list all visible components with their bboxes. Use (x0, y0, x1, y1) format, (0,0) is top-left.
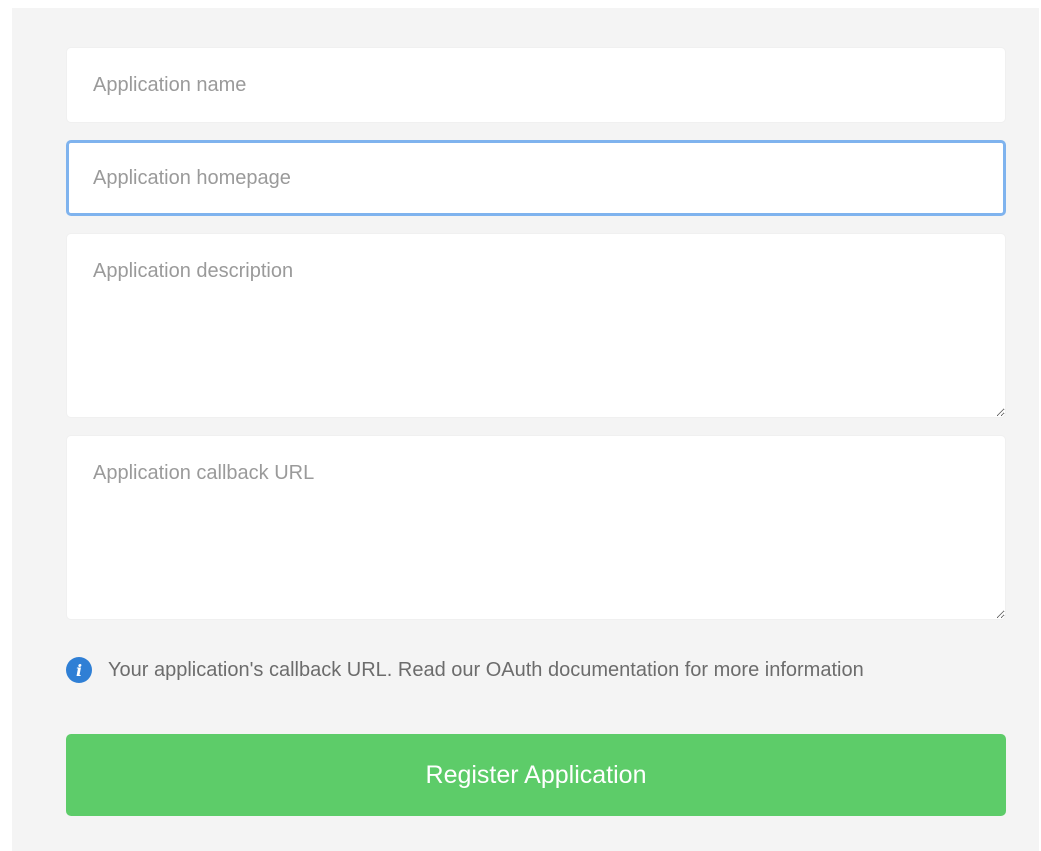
application-homepage-input[interactable] (66, 140, 1006, 216)
callback-help-text: i Your application's callback URL. Read … (66, 656, 864, 684)
register-application-button[interactable]: Register Application (66, 734, 1006, 816)
registration-form-panel: i Your application's callback URL. Read … (12, 8, 1039, 851)
application-callback-url-textarea[interactable] (66, 435, 1006, 620)
callback-help-label: Your application's callback URL. Read ou… (108, 658, 864, 681)
application-description-textarea[interactable] (66, 233, 1006, 418)
application-name-input[interactable] (66, 47, 1006, 123)
info-icon: i (66, 657, 92, 683)
